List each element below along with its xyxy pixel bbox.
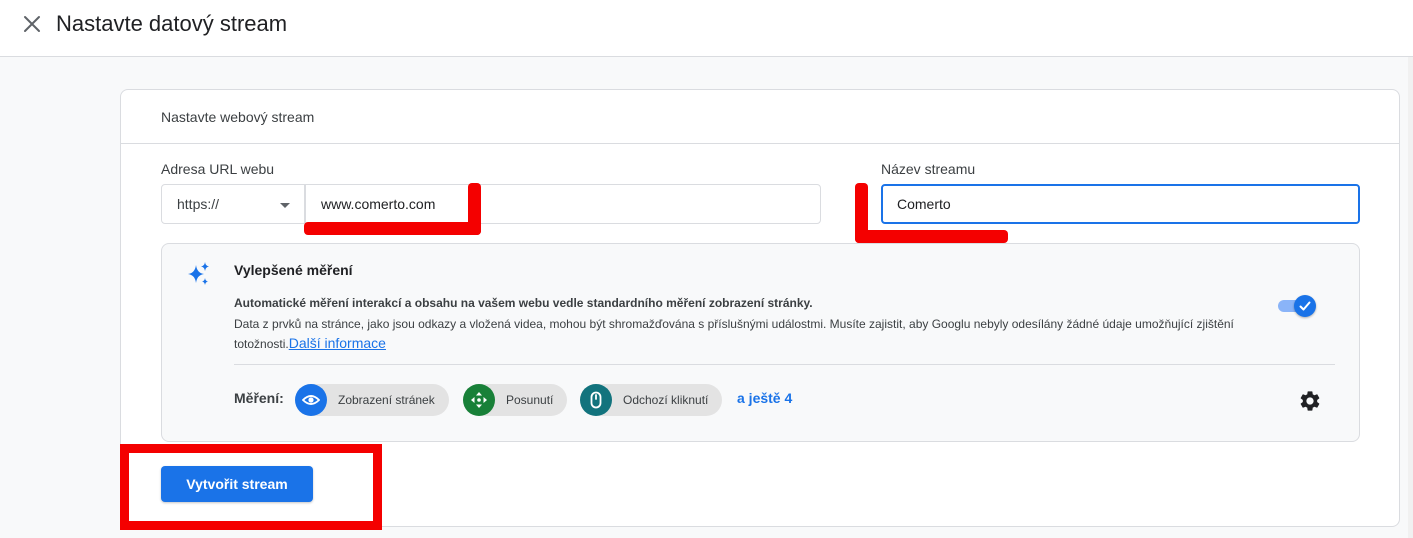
scrollbar[interactable] (1408, 57, 1413, 538)
protocol-select[interactable]: https:// (161, 184, 305, 224)
chip-outbound-clicks[interactable]: Odchozí kliknutí (580, 384, 723, 416)
toggle-thumb (1294, 295, 1316, 317)
gear-icon[interactable] (1298, 389, 1322, 413)
eye-icon (295, 384, 327, 416)
sparkle-icon (188, 262, 209, 285)
enhanced-toggle[interactable] (1278, 295, 1316, 317)
url-input[interactable] (305, 184, 821, 224)
enhanced-measurement-panel: Vylepšené měření Automatické měření inte… (161, 243, 1360, 442)
close-icon (24, 16, 40, 32)
enhanced-description-bold: Automatické měření interakcí a obsahu na… (234, 296, 813, 310)
move-arrows-icon (463, 384, 495, 416)
dropdown-arrow-icon (280, 203, 290, 208)
url-label: Adresa URL webu (161, 161, 275, 177)
learn-more-link[interactable]: Další informace (289, 335, 386, 351)
check-icon (1299, 301, 1311, 311)
page-title: Nastavte datový stream (56, 11, 288, 36)
measurement-label: Měření: (234, 390, 284, 406)
mouse-icon (580, 384, 612, 416)
enhanced-description: Data z prvků na stránce, jako jsou odkaz… (234, 315, 1264, 354)
card-header: Nastavte webový stream (121, 90, 1399, 144)
annotation-mark (855, 230, 1008, 243)
divider (234, 364, 1335, 365)
card-title: Nastavte webový stream (161, 109, 315, 125)
enhanced-title: Vylepšené měření (234, 262, 353, 278)
chip-page-views[interactable]: Zobrazení stránek (295, 384, 449, 416)
chip-label: Odchozí kliknutí (623, 393, 709, 407)
annotation-box (120, 444, 382, 530)
stream-name-input[interactable] (881, 184, 1360, 224)
chip-label: Posunutí (506, 393, 554, 407)
chip-scrolls[interactable]: Posunutí (463, 384, 568, 416)
more-measurements-link[interactable]: a ještě 4 (737, 390, 792, 406)
protocol-value: https:// (177, 196, 220, 212)
annotation-mark (304, 222, 481, 235)
stream-name-label: Název streamu (881, 161, 976, 177)
chip-label: Zobrazení stránek (338, 393, 435, 407)
top-bar: Nastavte datový stream (0, 0, 1413, 57)
close-button[interactable] (20, 12, 44, 36)
